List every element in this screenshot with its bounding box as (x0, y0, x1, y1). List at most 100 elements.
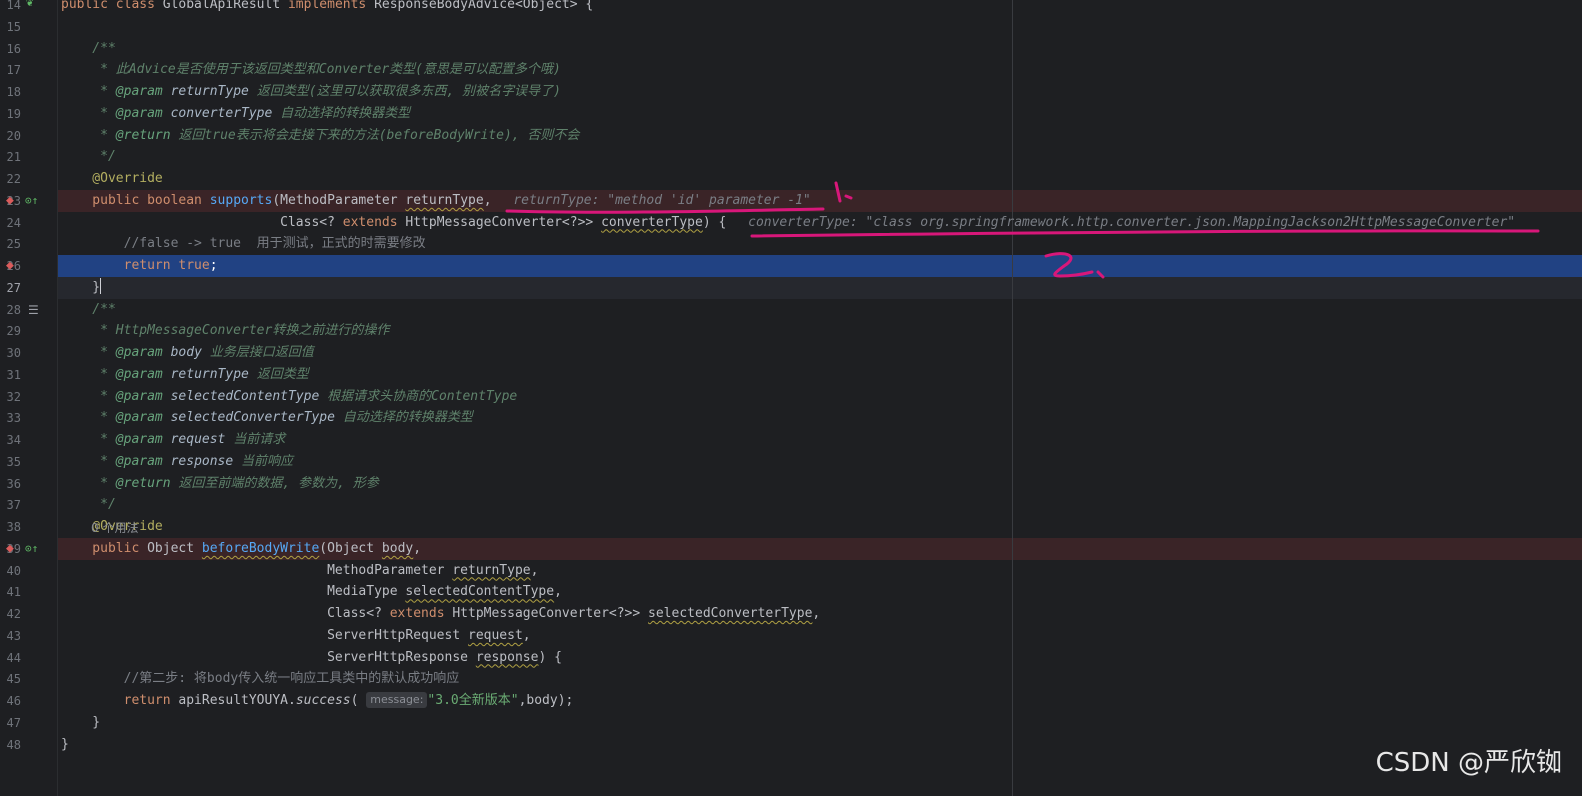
line-number[interactable]: 24 (0, 212, 21, 234)
code-text[interactable]: * HttpMessageConverter转换之前进行的操作 (61, 320, 389, 342)
code-text[interactable]: MethodParameter returnType, (61, 560, 538, 582)
code-line-29[interactable]: 29 * HttpMessageConverter转换之前进行的操作 (0, 320, 1582, 342)
code-line-23[interactable]: 23 ◆ ⊙↑ public boolean supports(MethodPara… (0, 189, 1582, 212)
breakpoint-icon[interactable]: ◆ (6, 190, 14, 212)
structure-icon[interactable]: ☰ (28, 299, 39, 321)
code-line-35[interactable]: 35 * @param response 当前响应 (0, 451, 1582, 473)
line-number[interactable]: 27 (0, 277, 21, 299)
code-text[interactable]: * @param converterType 自动选择的转换器类型 (61, 103, 410, 125)
code-text[interactable]: return true; (61, 255, 218, 277)
code-line-24[interactable]: 24 Class<? extends HttpMessageConverter<… (0, 212, 1582, 234)
line-number[interactable]: 15 (0, 16, 21, 38)
code-text[interactable]: * @param response 当前响应 (61, 451, 293, 473)
code-line-42[interactable]: 42 Class<? extends HttpMessageConverter<… (0, 603, 1582, 625)
code-text[interactable]: * @param body 业务层接口返回值 (61, 342, 314, 364)
code-text[interactable]: Class<? extends HttpMessageConverter<?>>… (61, 212, 1515, 234)
code-line-21[interactable]: 21 */ (0, 146, 1582, 168)
code-line-40[interactable]: 40 MethodParameter returnType, (0, 560, 1582, 582)
code-text[interactable]: * @param selectedContentType 根据请求头协商的Con… (61, 386, 517, 408)
code-line-36[interactable]: 36 * @return 返回至前端的数据, 参数为, 形参 (0, 473, 1582, 495)
code-text[interactable]: /** (61, 299, 116, 321)
code-text[interactable]: Class<? extends HttpMessageConverter<?>>… (61, 603, 820, 625)
implements-method-icon[interactable]: ⊙↑ (25, 190, 38, 212)
implements-method-icon[interactable]: ⊙↑ (25, 538, 38, 560)
line-number[interactable]: 45 (0, 668, 21, 690)
code-text[interactable]: //false -> true 用于测试，正式的时需要修改 (61, 233, 426, 255)
line-number[interactable]: 17 (0, 59, 21, 81)
code-text[interactable]: @Override (61, 168, 162, 190)
code-line-39[interactable]: 39 ◆ ⊙↑ public Object beforeBodyWrite(Obje… (0, 537, 1582, 560)
code-line-46[interactable]: 46 return apiResultYOUYA.success( messag… (0, 690, 1582, 712)
line-number[interactable]: 30 (0, 342, 21, 364)
line-number[interactable]: 40 (0, 560, 21, 582)
code-text[interactable]: } (61, 277, 102, 299)
code-text[interactable]: public boolean supports(MethodParameter … (61, 190, 810, 212)
line-number[interactable]: 43 (0, 625, 21, 647)
line-number[interactable]: 37 (0, 494, 21, 516)
line-number[interactable]: 16 (0, 38, 21, 60)
breakpoint-icon[interactable]: ◆ (6, 538, 14, 560)
code-line-43[interactable]: 43 ServerHttpRequest request, (0, 625, 1582, 647)
code-line-19[interactable]: 19 * @param converterType 自动选择的转换器类型 (0, 103, 1582, 125)
code-editor[interactable]: 14 ❦ public class GlobalApiResult implemen… (0, 0, 1582, 796)
line-number[interactable]: 34 (0, 429, 21, 451)
code-line-44[interactable]: 44 ServerHttpResponse response) { (0, 647, 1582, 669)
code-line-48[interactable]: 48} (0, 734, 1582, 756)
line-number[interactable]: 42 (0, 603, 21, 625)
line-number[interactable]: 25 (0, 233, 21, 255)
code-text[interactable]: } (61, 712, 100, 734)
spring-bean-icon[interactable]: ❦ (26, 0, 33, 13)
line-number[interactable]: 14 (0, 0, 21, 16)
code-text[interactable]: ServerHttpRequest request, (61, 625, 531, 647)
code-line-25[interactable]: 25 //false -> true 用于测试，正式的时需要修改 (0, 233, 1582, 255)
code-line-16[interactable]: 16 /** (0, 38, 1582, 60)
code-line-38[interactable]: 38 @Override (0, 516, 1582, 538)
code-line-22[interactable]: 22 @Override (0, 168, 1582, 190)
line-number[interactable]: 41 (0, 581, 21, 603)
code-line-45[interactable]: 45 //第二步: 将body传入统一响应工具类中的默认成功响应 (0, 668, 1582, 690)
code-line-47[interactable]: 47 } (0, 712, 1582, 734)
line-number[interactable]: 47 (0, 712, 21, 734)
line-number[interactable]: 36 (0, 473, 21, 495)
code-text[interactable]: ServerHttpResponse response) { (61, 647, 562, 669)
code-line-37[interactable]: 37 */ (0, 494, 1582, 516)
usage-count-hint[interactable]: 0 个用法 (91, 517, 138, 539)
breakpoint-icon[interactable]: ◆ (6, 255, 14, 277)
code-line-26[interactable]: 26 ◆ return true; (0, 255, 1582, 277)
code-text[interactable]: public Object beforeBodyWrite(Object bod… (61, 538, 421, 560)
line-number[interactable]: 48 (0, 734, 21, 756)
code-line-17[interactable]: 17 * 此Advice是否使用于该返回类型和Converter类型(意思是可以… (0, 59, 1582, 81)
line-number[interactable]: 29 (0, 320, 21, 342)
line-number[interactable]: 33 (0, 407, 21, 429)
code-text[interactable]: * @param selectedConverterType 自动选择的转换器类… (61, 407, 473, 429)
line-number[interactable]: 35 (0, 451, 21, 473)
code-line-18[interactable]: 18 * @param returnType 返回类型(这里可以获取很多东西, … (0, 81, 1582, 103)
code-line-15[interactable]: 15 (0, 16, 1582, 38)
code-line-31[interactable]: 31 * @param returnType 返回类型 (0, 364, 1582, 386)
code-line-28[interactable]: 28 ☰ /** (0, 299, 1582, 321)
code-text[interactable]: * @param returnType 返回类型 (61, 364, 309, 386)
line-number[interactable]: 22 (0, 168, 21, 190)
line-number[interactable]: 18 (0, 81, 21, 103)
code-text[interactable]: MediaType selectedContentType, (61, 581, 562, 603)
line-number[interactable]: 31 (0, 364, 21, 386)
code-line-30[interactable]: 30 * @param body 业务层接口返回值 (0, 342, 1582, 364)
line-number[interactable]: 28 (0, 299, 21, 321)
code-text[interactable]: * @param returnType 返回类型(这里可以获取很多东西, 别被名… (61, 81, 561, 103)
code-text[interactable]: return apiResultYOUYA.success( message: "… (61, 690, 573, 712)
code-text[interactable]: } (61, 734, 69, 756)
line-number[interactable]: 20 (0, 125, 21, 147)
code-text[interactable]: */ (61, 494, 116, 516)
code-line-20[interactable]: 20 * @return 返回true表示将会走接下来的方法(beforeBod… (0, 125, 1582, 147)
line-number[interactable]: 46 (0, 690, 21, 712)
code-text[interactable]: * @return 返回至前端的数据, 参数为, 形参 (61, 473, 379, 495)
line-number[interactable]: 38 (0, 516, 21, 538)
code-line-32[interactable]: 32 * @param selectedContentType 根据请求头协商的… (0, 386, 1582, 408)
code-line-41[interactable]: 41 MediaType selectedContentType, (0, 581, 1582, 603)
line-number[interactable]: 32 (0, 386, 21, 408)
line-number[interactable]: 21 (0, 146, 21, 168)
code-text[interactable]: */ (61, 146, 116, 168)
line-number[interactable]: 44 (0, 647, 21, 669)
code-text[interactable]: public class GlobalApiResult implements … (61, 0, 593, 16)
code-line-34[interactable]: 34 * @param request 当前请求 (0, 429, 1582, 451)
